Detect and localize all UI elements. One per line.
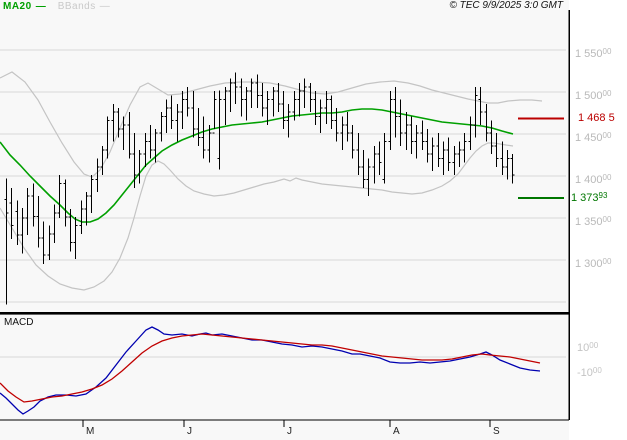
x-axis-month-label: J	[187, 426, 192, 437]
y-axis-label: 1 50000	[575, 89, 612, 102]
ma20-line-swatch: —	[35, 1, 46, 12]
y-axis-label: 1 35000	[575, 215, 612, 228]
legend-ma20-label: MA20	[3, 1, 32, 12]
x-axis-month-label: J	[287, 426, 292, 437]
y-axis-label: 1 40000	[575, 173, 612, 186]
y-axis-label: 1 45000	[575, 131, 612, 144]
macd-axis-label: 1000	[577, 341, 599, 354]
resistance-level-label: 1 468 5	[578, 112, 615, 124]
x-axis-month-label: S	[493, 426, 500, 437]
support-level-label: 1 37393	[571, 191, 608, 204]
chart-canvas	[0, 0, 627, 440]
stock-chart: MA20— BBands — © TEC 9/9/2025 3:0 GMT MACD…	[0, 0, 627, 440]
bbands-line-swatch: —	[99, 1, 110, 12]
x-axis-month-label: M	[86, 426, 95, 437]
copyright-text: © TEC 9/9/2025 3:0 GMT	[449, 0, 563, 11]
macd-panel-label: MACD	[4, 317, 34, 328]
macd-axis-label: -1000	[577, 366, 602, 379]
y-axis-label: 1 55000	[575, 47, 612, 60]
y-axis-label: 1 30000	[575, 257, 612, 270]
legend-bbands-label: BBands	[57, 1, 96, 12]
x-axis-month-label: A	[393, 426, 400, 437]
chart-legend: MA20— BBands —	[3, 1, 110, 12]
